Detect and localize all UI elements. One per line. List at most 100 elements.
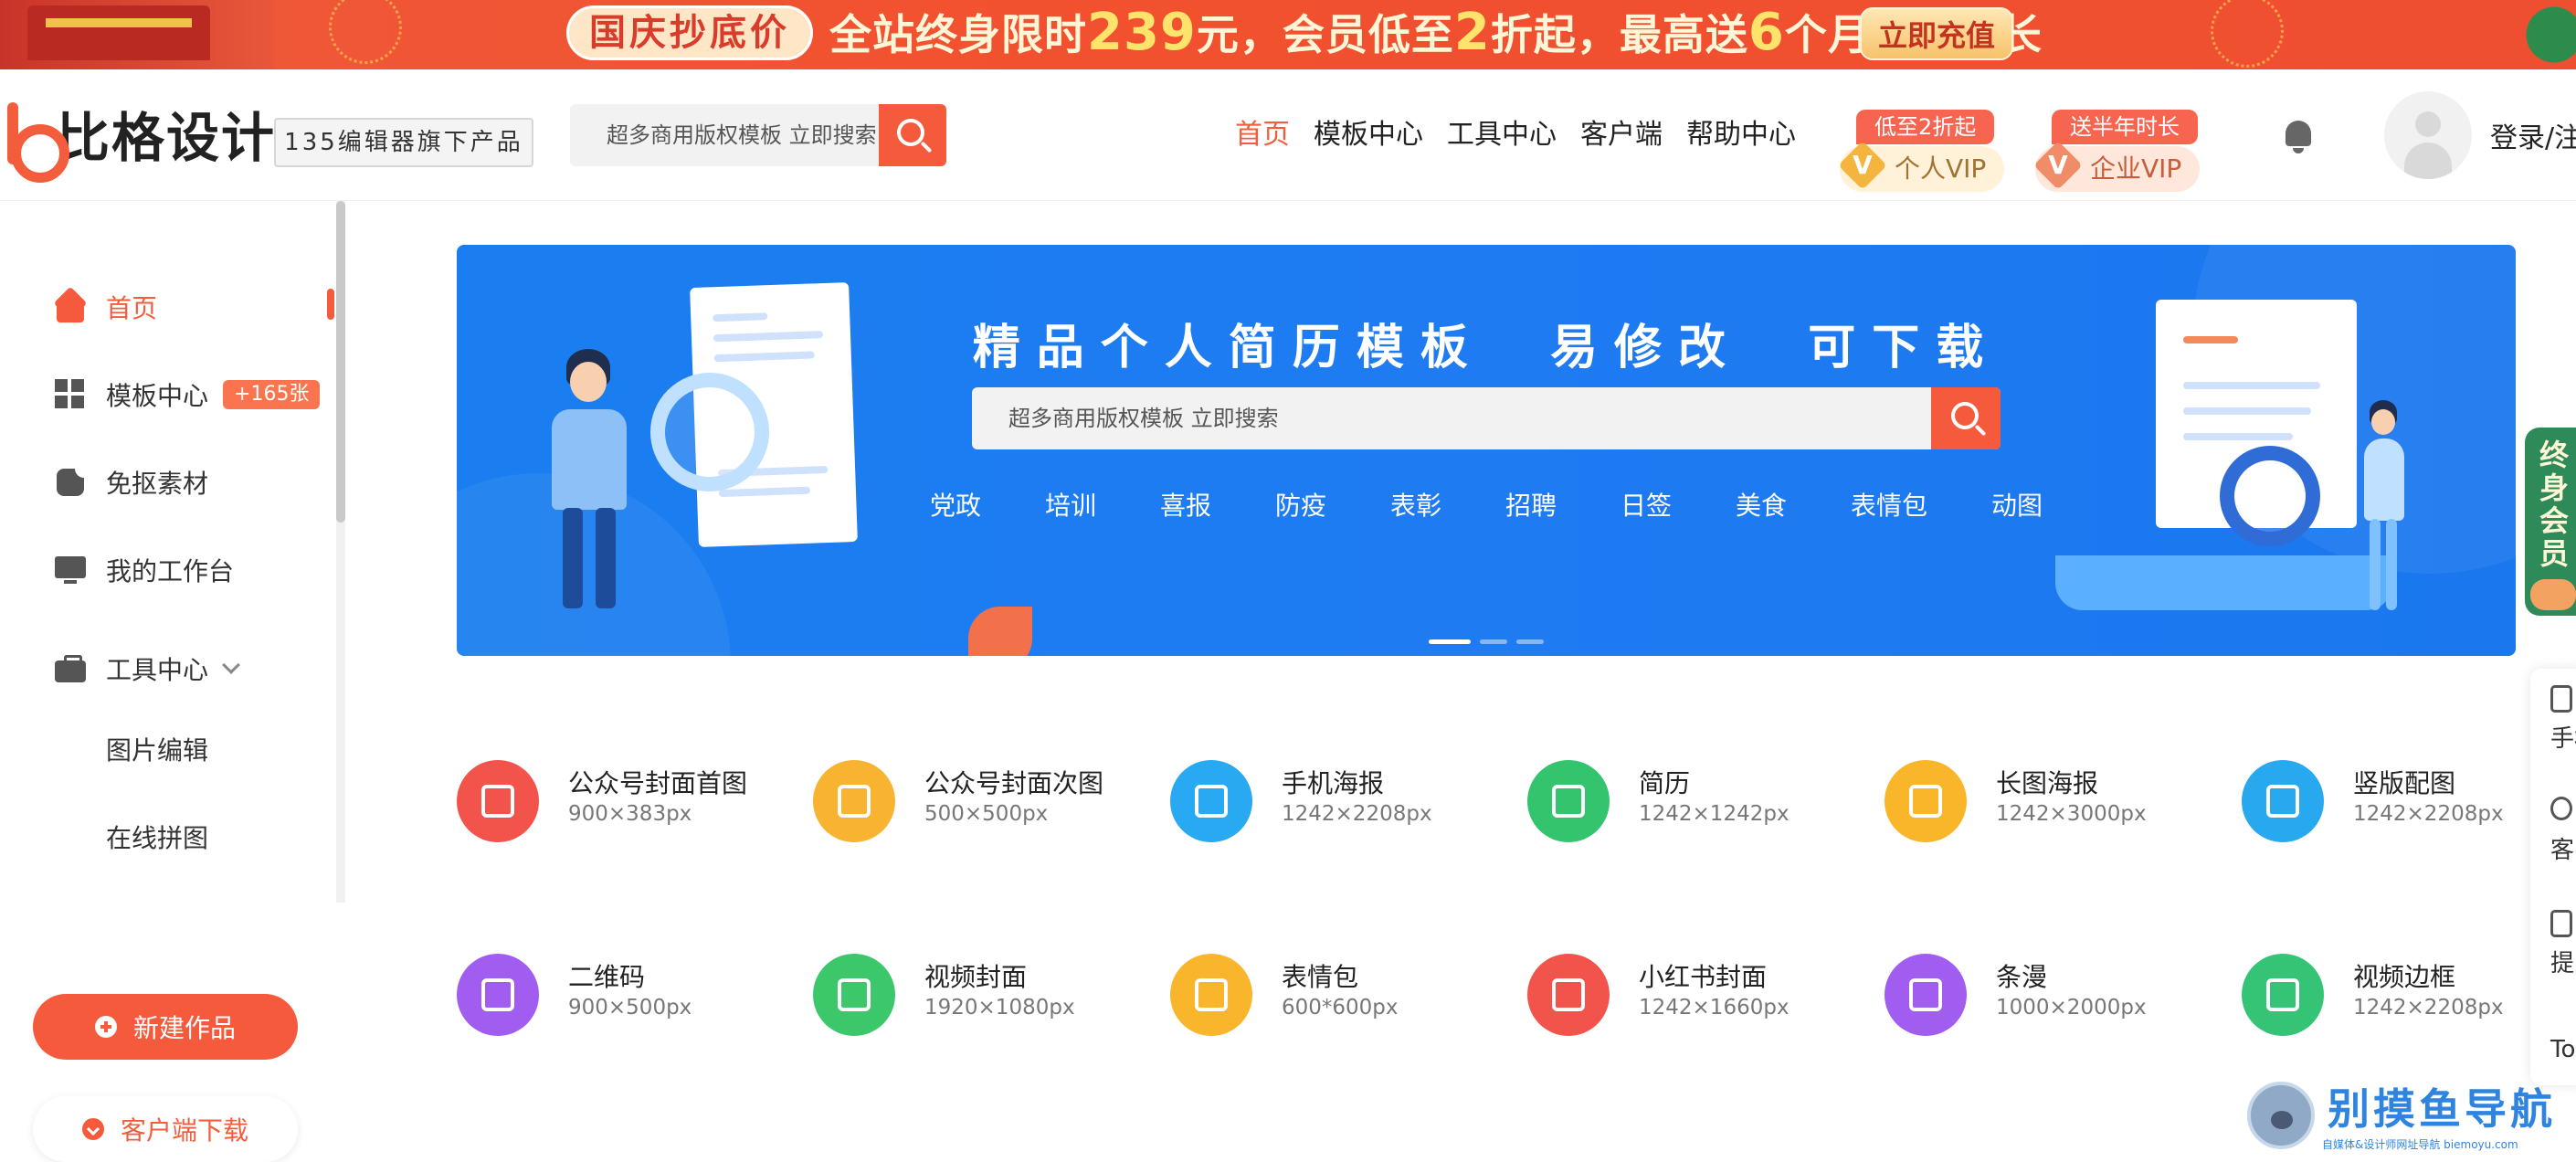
notification-bell-icon[interactable] xyxy=(2280,115,2317,155)
category-name: 长图海报 xyxy=(1996,768,2099,798)
category-name: 公众号封面次图 xyxy=(924,768,1104,798)
sidebar-item-materials[interactable]: 免抠素材 xyxy=(55,455,208,510)
monitor-icon xyxy=(55,555,86,586)
sidebar-subitem-collage[interactable]: 在线拼图 xyxy=(106,819,208,855)
header-search xyxy=(570,104,946,166)
hero-search-button[interactable] xyxy=(1931,387,2001,449)
phone-poster-icon xyxy=(1170,760,1252,842)
category-name: 手机海报 xyxy=(1282,768,1385,798)
new-work-button[interactable]: 新建作品 xyxy=(33,994,298,1060)
category-size: 600*600px xyxy=(1282,996,1399,1019)
download-icon xyxy=(81,1118,104,1140)
float-label: 手机 xyxy=(2550,725,2576,753)
header-search-button[interactable] xyxy=(879,104,946,166)
category-card[interactable]: 公众号封面首图 900×383px xyxy=(457,755,804,846)
nav-client[interactable]: 客户端 xyxy=(1580,117,1663,153)
chevron-down-icon xyxy=(222,656,240,674)
hero-banner[interactable]: 精品个人简历模板 易修改 可下载 党政 培训 喜报 防疫 表彰 招聘 日签 美食… xyxy=(457,245,2516,656)
hero-tag[interactable]: 培训 xyxy=(1045,486,1096,523)
enterprise-vip-button[interactable]: 送半年时长 企业VIP V xyxy=(2035,110,2201,199)
nav-tools[interactable]: 工具中心 xyxy=(1447,117,1557,153)
wechat-cover-icon xyxy=(457,760,539,842)
category-name: 表情包 xyxy=(1282,962,1359,992)
sidebar-item-tools[interactable]: 工具中心 xyxy=(55,641,240,696)
category-size: 1242×2208px xyxy=(2353,802,2504,826)
client-download-button[interactable]: 客户端下载 xyxy=(33,1096,298,1162)
hero-tag[interactable]: 表情包 xyxy=(1851,486,1927,523)
hero-tag[interactable]: 动图 xyxy=(1991,486,2043,523)
category-card[interactable]: 竖版配图 1242×2208px xyxy=(2242,755,2576,846)
hero-search-input[interactable] xyxy=(972,387,1931,449)
sidebar-subitem-image-edit[interactable]: 图片编辑 xyxy=(106,731,208,767)
hero-tag[interactable]: 防疫 xyxy=(1275,486,1326,523)
category-card[interactable]: 长图海报 1242×3000px xyxy=(1884,755,2232,846)
emoji-icon xyxy=(1170,954,1252,1036)
promo-banner[interactable]: 国庆抄底价 全站终身限时239元，会员低至2折起，最高送6个月会员时长 立即充值 xyxy=(0,0,2576,69)
comic-strip-icon xyxy=(1884,954,1967,1036)
float-decoration xyxy=(2530,579,2576,610)
recharge-button[interactable]: 立即充值 xyxy=(1860,7,2013,60)
sidebar-item-home[interactable]: 首页 xyxy=(55,280,157,334)
nav-help[interactable]: 帮助中心 xyxy=(1686,117,1796,153)
koala-logo xyxy=(2247,1082,2315,1149)
headset-icon xyxy=(2550,797,2572,820)
briefcase-icon xyxy=(55,653,86,684)
sticker-icon xyxy=(55,467,86,498)
hero-tag[interactable]: 日签 xyxy=(1621,486,1672,523)
hero-tag[interactable]: 喜报 xyxy=(1160,486,1211,523)
carousel-dot[interactable] xyxy=(1429,639,1471,644)
category-card[interactable]: 二维码 900×500px xyxy=(457,948,804,1040)
category-name: 视频封面 xyxy=(924,962,1028,992)
category-card[interactable]: 视频边框 1242×2208px xyxy=(2242,948,2576,1040)
float-label: 提 xyxy=(2550,950,2575,977)
lifetime-vip-float[interactable]: 终身会员 xyxy=(2525,428,2576,616)
header-search-input[interactable] xyxy=(570,104,879,166)
hero-search xyxy=(972,387,2001,449)
firework-decoration xyxy=(2211,0,2284,68)
category-card[interactable]: 手机海报 1242×2208px xyxy=(1170,755,1517,846)
promo-tag: 国庆抄底价 xyxy=(566,5,813,60)
category-card[interactable]: 表情包 600*600px xyxy=(1170,948,1517,1040)
category-card[interactable]: 小红书封面 1242×1660px xyxy=(1527,948,1874,1040)
carousel-dot[interactable] xyxy=(1480,639,1507,644)
main-nav: 首页 模板中心 工具中心 客户端 帮助中心 xyxy=(1235,117,1820,153)
search-icon xyxy=(1951,402,1979,429)
hero-tag[interactable]: 表彰 xyxy=(1390,486,1441,523)
resume-illustration-right xyxy=(2046,290,2448,656)
personal-vip-button[interactable]: 低至2折起 个人VIP V xyxy=(1840,110,2005,199)
category-card[interactable]: 视频封面 1920×1080px xyxy=(813,948,1160,1040)
category-size: 1000×2000px xyxy=(1996,996,2147,1019)
home-icon xyxy=(55,291,86,322)
phone-icon xyxy=(2550,685,2572,713)
category-card[interactable]: 简历 1242×1242px xyxy=(1527,755,1874,846)
category-size: 1242×1660px xyxy=(1639,996,1789,1019)
sidebar: 首页 模板中心 +165张 免抠素材 我的工作台 工具中心 图片编辑 在线拼图 … xyxy=(0,201,347,1162)
site-logo[interactable]: 比格设计 xyxy=(7,97,276,183)
hero-tag[interactable]: 美食 xyxy=(1736,486,1787,523)
video-cover-icon xyxy=(813,954,895,1036)
category-card[interactable]: 条漫 1000×2000px xyxy=(1884,948,2232,1040)
logo-mark xyxy=(7,102,69,183)
vip-promo-badge: 送半年时长 xyxy=(2052,110,2198,144)
watermark-subtitle: 自媒体&设计师网址导航 biemoyu.com xyxy=(2322,1138,2518,1151)
carousel-dot[interactable] xyxy=(1516,639,1544,644)
nav-home[interactable]: 首页 xyxy=(1235,117,1290,153)
nav-templates[interactable]: 模板中心 xyxy=(1314,117,1423,153)
float-label: To xyxy=(2550,1036,2576,1063)
vip-crown-icon: V xyxy=(1840,143,1885,194)
sidebar-item-templates[interactable]: 模板中心 +165张 xyxy=(55,367,321,422)
category-card[interactable]: 公众号封面次图 500×500px xyxy=(813,755,1160,846)
category-size: 1242×3000px xyxy=(1996,802,2147,826)
login-register-link[interactable]: 登录/注 xyxy=(2490,115,2576,155)
user-avatar[interactable] xyxy=(2384,91,2472,179)
sidebar-item-label: 首页 xyxy=(106,293,158,323)
hero-tag[interactable]: 党政 xyxy=(930,486,981,523)
category-size: 900×500px xyxy=(568,996,692,1019)
sidebar-item-workspace[interactable]: 我的工作台 xyxy=(55,543,234,597)
hero-tag[interactable]: 招聘 xyxy=(1505,486,1557,523)
resume-icon xyxy=(1527,760,1610,842)
lifetime-vip-text: 终身会员 xyxy=(2539,438,2569,571)
long-poster-icon xyxy=(1884,760,1967,842)
active-indicator xyxy=(327,289,334,320)
sidebar-scroll-thumb[interactable] xyxy=(336,201,345,523)
